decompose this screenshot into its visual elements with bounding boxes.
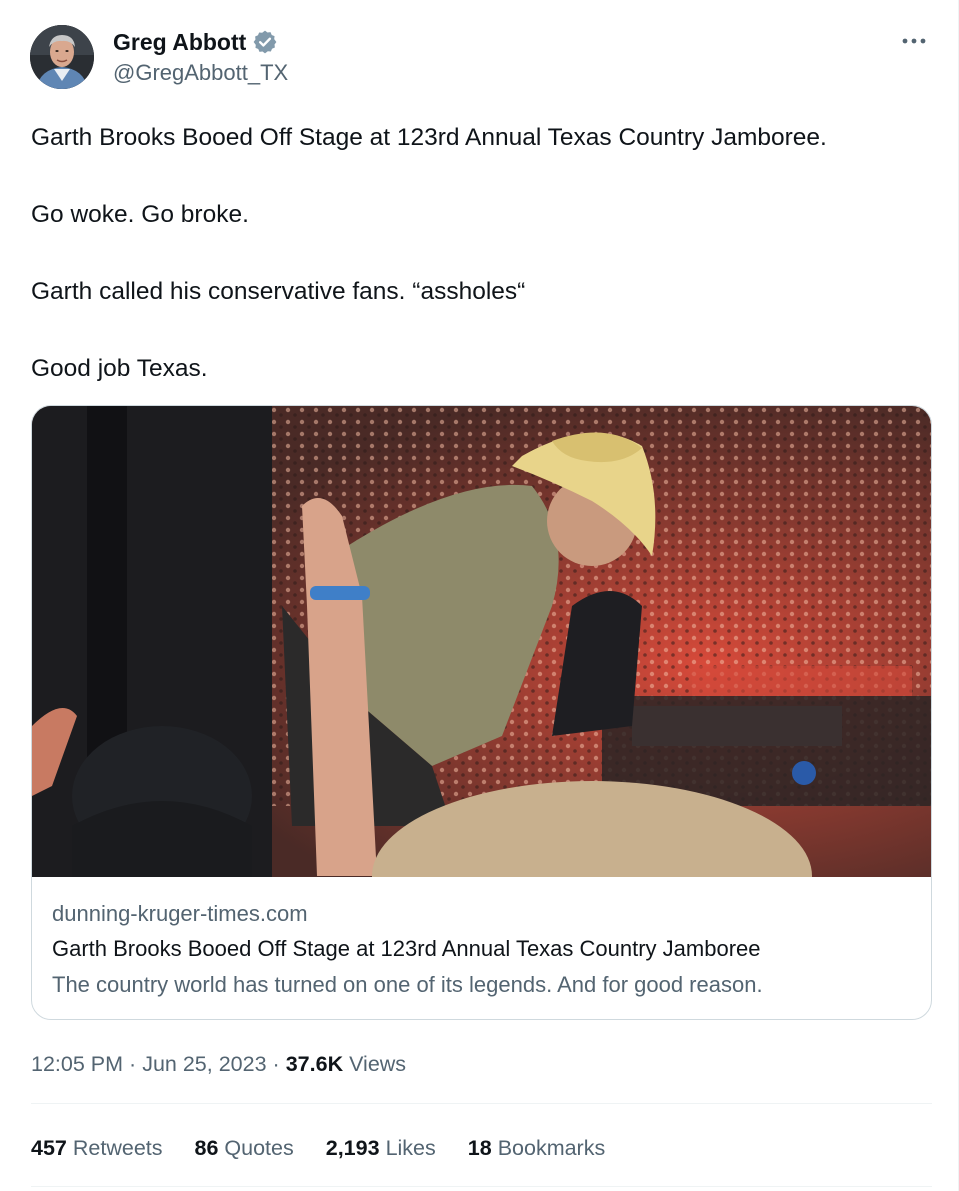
card-description: The country world has turned on one of i…: [52, 972, 763, 997]
link-preview-card[interactable]: dunning-kruger-times.com Garth Brooks Bo…: [31, 405, 932, 1020]
views-label: Views: [349, 1051, 407, 1076]
author-avatar[interactable]: [30, 25, 94, 89]
likes-stat[interactable]: 2,193 Likes: [326, 1136, 436, 1161]
tweet-meta: 12:05 PM · Jun 25, 2023 · 37.6K Views: [31, 1048, 406, 1080]
verified-badge-icon: [252, 29, 278, 55]
quotes-label: Quotes: [224, 1135, 294, 1160]
author-handle[interactable]: @GregAbbott_TX: [113, 60, 288, 86]
card-meta: dunning-kruger-times.com Garth Brooks Bo…: [52, 901, 912, 1006]
card-title: Garth Brooks Booed Off Stage at 123rd An…: [52, 936, 761, 961]
quotes-count: 86: [194, 1135, 219, 1160]
likes-label: Likes: [385, 1135, 436, 1160]
meta-separator: ·: [272, 1051, 280, 1076]
tweet-paragraph: Go woke. Go broke.: [31, 201, 249, 228]
bookmarks-stat[interactable]: 18 Bookmarks: [468, 1136, 605, 1161]
bookmarks-label: Bookmarks: [497, 1135, 606, 1160]
tweet-date[interactable]: Jun 25, 2023: [142, 1052, 266, 1077]
author-display-name[interactable]: Greg Abbott: [113, 29, 246, 56]
card-domain: dunning-kruger-times.com: [52, 901, 308, 926]
bookmarks-count: 18: [467, 1135, 492, 1160]
tweet-text: Garth Brooks Booed Off Stage at 123rd An…: [31, 122, 931, 430]
views-count: 37.6K: [285, 1051, 344, 1076]
divider: [31, 1103, 932, 1104]
author-info: Greg Abbott @GregAbbott_TX: [113, 28, 288, 86]
tweet-container: Greg Abbott @GregAbbott_TX Garth Brooks …: [0, 0, 959, 1191]
likes-count: 2,193: [325, 1135, 380, 1160]
quotes-stat[interactable]: 86 Quotes: [195, 1136, 294, 1161]
tweet-paragraph: Garth Brooks Booed Off Stage at 123rd An…: [31, 124, 827, 151]
card-image[interactable]: [32, 406, 931, 877]
tweet-stats: 457 Retweets 86 Quotes 2,193 Likes 18 Bo…: [31, 1133, 637, 1163]
more-options-icon[interactable]: [896, 28, 932, 54]
avatar-image: [30, 25, 94, 89]
tweet-paragraph: Garth called his conservative fans. “ass…: [31, 278, 526, 305]
tweet-time[interactable]: 12:05 PM: [31, 1052, 123, 1077]
retweets-stat[interactable]: 457 Retweets: [31, 1136, 163, 1161]
divider: [31, 1186, 932, 1187]
meta-separator: ·: [129, 1051, 137, 1076]
tweet-paragraph: Good job Texas.: [31, 355, 208, 382]
retweets-label: Retweets: [72, 1135, 163, 1160]
retweets-count: 457: [31, 1135, 67, 1160]
